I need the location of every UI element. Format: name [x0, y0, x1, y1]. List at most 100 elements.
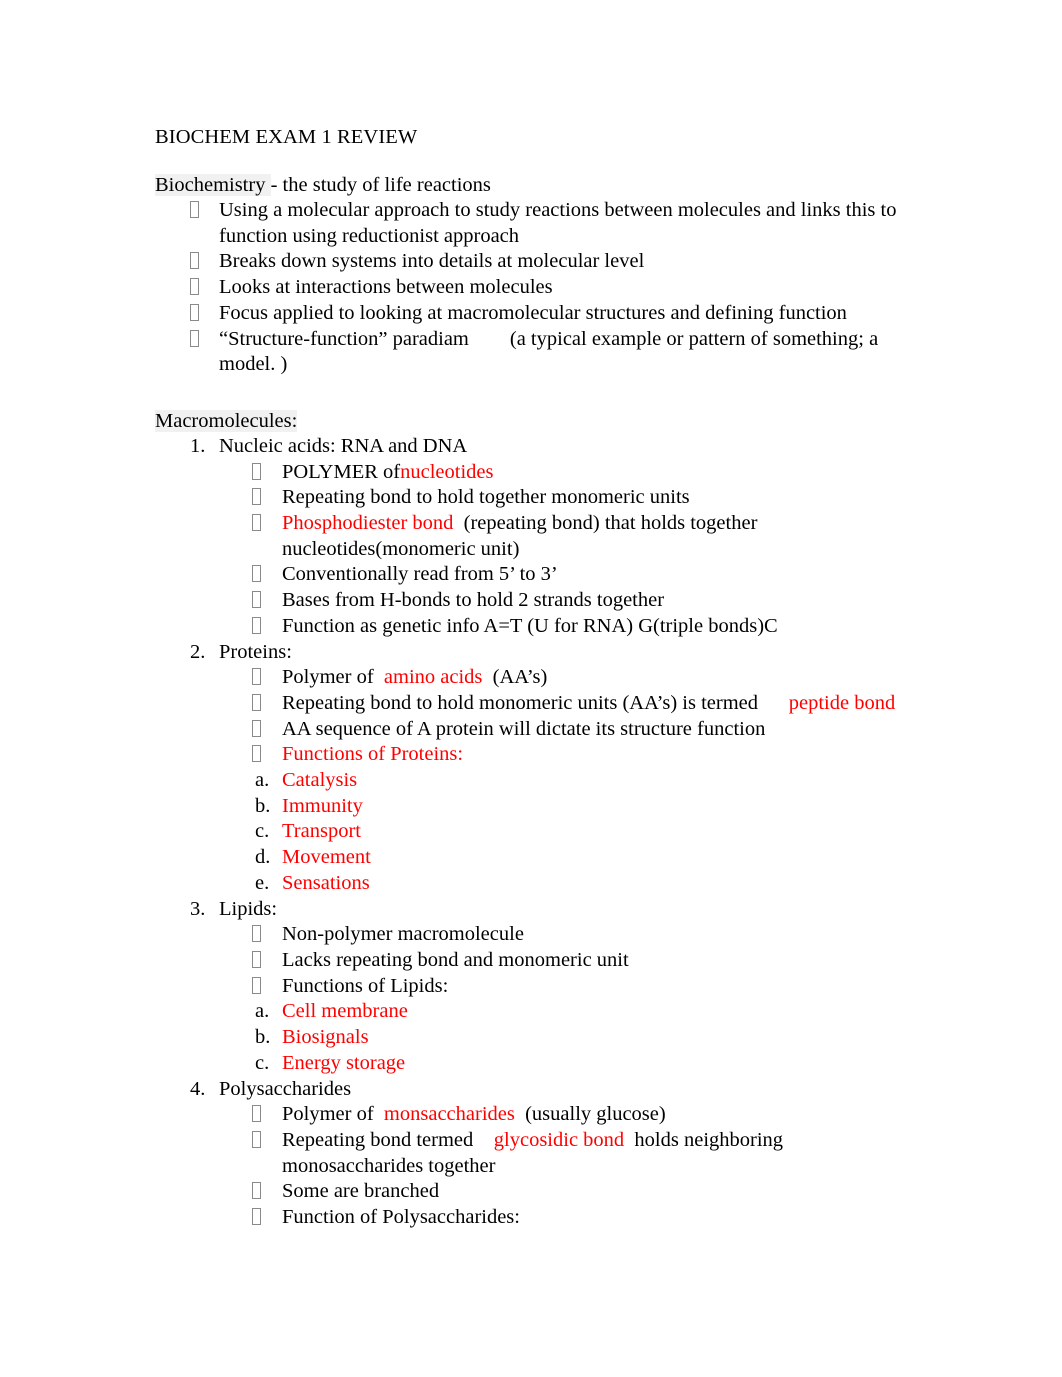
list-item-text: Biosignals — [282, 1025, 915, 1051]
missing-glyph-bullet-icon — [252, 565, 261, 583]
document-page: BIOCHEM EXAM 1 REVIEW Biochemistry - the… — [0, 0, 1062, 1377]
list-item-text: Repeating bond termed glycosidic bond ho… — [282, 1128, 915, 1179]
function-item-text-0: Cell membrane — [282, 1000, 408, 1023]
missing-glyph-bullet-icon — [252, 616, 261, 634]
macromolecule-detail-item: Functions of Proteins: — [155, 742, 915, 768]
macromolecule-name: Lipids: — [219, 897, 278, 920]
function-item-text-2: Energy storage — [282, 1051, 406, 1074]
ordered-list-marker: 2. — [190, 640, 206, 663]
detail-text-highlight-2: Phosphodiester bond — [282, 512, 454, 535]
list-item-text: Function of Polysaccharides: — [282, 1205, 915, 1231]
list-item-text: “Structure-function” paradiam (a typical… — [219, 327, 915, 378]
list-item-text: Polysaccharides — [219, 1077, 915, 1103]
function-list-item: a. Cell membrane — [155, 999, 915, 1025]
intro-bullet-list: Using a molecular approach to study reac… — [155, 198, 915, 378]
bullet-marker — [252, 511, 282, 537]
list-item-text: Movement — [282, 845, 915, 871]
macromolecule-detail-item: Repeating bond termed glycosidic bond ho… — [155, 1128, 915, 1179]
list-item-text: Breaks down systems into details at mole… — [219, 249, 915, 275]
function-item-text-4: Sensations — [282, 871, 370, 894]
macromolecule-name: Proteins: — [219, 640, 292, 663]
lettered-list-marker: a. — [255, 769, 270, 792]
bullet-marker — [252, 691, 282, 717]
detail-text-pre-1: Repeating bond to hold monomeric units (… — [282, 691, 789, 714]
list-item-text: Phosphodiester bond (repeating bond) tha… — [282, 511, 915, 562]
macromolecule-detail-item: AA sequence of A protein will dictate it… — [155, 717, 915, 743]
ordered-list-marker: 4. — [190, 1077, 206, 1100]
section-heading-macromolecules: Macromolecules: — [155, 408, 915, 434]
macromolecule-detail-item: Lacks repeating bond and monomeric unit — [155, 948, 915, 974]
list-item-text: Lacks repeating bond and monomeric unit — [282, 948, 915, 974]
macromolecule-list: 1. Nucleic acids: RNA and DNA POLYMER ofnu… — [155, 434, 915, 1231]
bullet-marker — [252, 460, 282, 486]
intro-bullet-item: Breaks down systems into details at mole… — [155, 249, 915, 275]
intro-term: Biochemistry — [155, 174, 271, 196]
function-list-item: e. Sensations — [155, 871, 915, 897]
list-item-text: Cell membrane — [282, 999, 915, 1025]
missing-glyph-bullet-icon — [252, 514, 261, 532]
macromolecule-detail-item: Repeating bond to hold monomeric units (… — [155, 691, 915, 717]
function-item-text-1: Biosignals — [282, 1026, 369, 1049]
lettered-list-marker: b. — [255, 1026, 271, 1049]
missing-glyph-bullet-icon — [252, 950, 261, 968]
function-list-item: d. Movement — [155, 845, 915, 871]
macromolecule-detail-item: Some are branched — [155, 1179, 915, 1205]
missing-glyph-bullet-icon — [252, 745, 261, 763]
missing-glyph-bullet-icon — [190, 252, 199, 270]
function-item-text-1: Immunity — [282, 794, 363, 817]
function-list-item: c. Energy storage — [155, 1051, 915, 1077]
macromolecule-detail-item: Function as genetic info A=T (U for RNA)… — [155, 614, 915, 640]
detail-text-pre-2: Some are branched — [282, 1180, 440, 1203]
macromolecule-detail-item: Polymer of monsaccharides (usually gluco… — [155, 1102, 915, 1128]
missing-glyph-bullet-icon — [252, 719, 261, 737]
ordered-list-marker: 1. — [190, 434, 206, 457]
list-item-text: Lipids: — [219, 897, 915, 923]
missing-glyph-bullet-icon — [190, 329, 199, 347]
detail-text-highlight-0: nucleotides — [400, 460, 494, 483]
bullet-marker — [252, 1179, 282, 1205]
ordered-list-marker: 3. — [190, 897, 206, 920]
macromolecule-detail-item: Phosphodiester bond (repeating bond) tha… — [155, 511, 915, 562]
missing-glyph-bullet-icon — [252, 925, 261, 943]
missing-glyph-bullet-icon — [252, 462, 261, 480]
bullet-marker — [252, 974, 282, 1000]
list-item-text: Bases from H-bonds to hold 2 strands tog… — [282, 588, 915, 614]
list-item-text: Energy storage — [282, 1051, 915, 1077]
list-item-text: POLYMER ofnucleotides — [282, 460, 915, 486]
missing-glyph-bullet-icon — [252, 1208, 261, 1226]
lettered-list-marker: d. — [255, 846, 271, 869]
macromolecule-detail-list: Polymer of monsaccharides (usually gluco… — [155, 1102, 915, 1231]
list-item-text: AA sequence of A protein will dictate it… — [282, 717, 915, 743]
macromolecule-detail-item: Bases from H-bonds to hold 2 strands tog… — [155, 588, 915, 614]
intro-bullet-item: Using a molecular approach to study reac… — [155, 198, 915, 249]
detail-text-pre-3: Conventionally read from 5’ to 3’ — [282, 563, 558, 586]
detail-text-pre-2: AA sequence of A protein will dictate it… — [282, 717, 766, 740]
section-heading-text: Macromolecules: — [155, 409, 298, 432]
bullet-text-1: Breaks down systems into details at mole… — [219, 250, 645, 273]
detail-text-pre-2: Functions of Lipids: — [282, 974, 449, 997]
detail-text-pre-5: Function as genetic info A=T (U for RNA)… — [282, 614, 778, 637]
paradigm-label: “Structure-function” paradiam — [219, 327, 469, 350]
macromolecule-item: 4. Polysaccharides — [155, 1077, 915, 1103]
bullet-marker — [190, 198, 219, 224]
function-list: a. Cell membrane b. Biosignals c. Energy stor… — [155, 999, 915, 1076]
bullet-marker — [252, 948, 282, 974]
detail-text-pre-3: Function of Polysaccharides: — [282, 1206, 520, 1229]
macromolecule-detail-item: Function of Polysaccharides: — [155, 1205, 915, 1231]
paradigm-gap — [469, 328, 510, 350]
function-list-item: b. Biosignals — [155, 1025, 915, 1051]
function-item-text-0: Catalysis — [282, 769, 358, 792]
bullet-marker — [190, 327, 219, 353]
bullet-text-3: Focus applied to looking at macromolecul… — [219, 301, 847, 324]
bullet-marker — [252, 665, 282, 691]
missing-glyph-bullet-icon — [252, 1182, 261, 1200]
missing-glyph-bullet-icon — [252, 1105, 261, 1123]
missing-glyph-bullet-icon — [190, 278, 199, 296]
bullet-marker — [252, 1102, 282, 1128]
list-item-text: Conventionally read from 5’ to 3’ — [282, 562, 915, 588]
bullet-text-0: Using a molecular approach to study reac… — [219, 199, 902, 247]
list-item-text: Focus applied to looking at macromolecul… — [219, 301, 915, 327]
missing-glyph-bullet-icon — [252, 488, 261, 506]
macromolecule-detail-item: Conventionally read from 5’ to 3’ — [155, 562, 915, 588]
